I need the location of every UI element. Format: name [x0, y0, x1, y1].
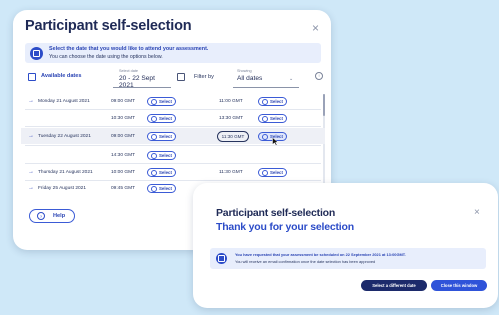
check-circle-icon [151, 115, 157, 122]
select-button[interactable]: Select [258, 168, 287, 177]
expand-arrow-icon[interactable]: → [28, 98, 34, 104]
confirmation-dialog: Participant self-selection Thank you for… [193, 183, 498, 308]
calendar-info-icon [30, 47, 43, 60]
help-label: Help [53, 213, 66, 219]
available-dates-label: Available dates [41, 73, 82, 79]
time-slot: 14:30 GMT [111, 153, 135, 158]
close-window-button[interactable]: Close this window [431, 280, 487, 291]
time-slot: 10:00 GMT [111, 170, 135, 175]
row-divider [25, 109, 321, 110]
time-slot: 13:30 GMT [219, 116, 243, 121]
showing-label: Showing [237, 69, 252, 73]
select-button[interactable]: Select [147, 184, 176, 193]
row-date: Tuesday 22 August 2021 [38, 134, 91, 139]
time-slot: 09:00 GMT [111, 99, 135, 104]
showing-select[interactable]: Showing All dates ⌄ [233, 68, 299, 88]
confirmation-note: You will receive an email confirmation o… [235, 259, 376, 264]
row-date: Friday 25 August 2021 [38, 186, 87, 191]
select-button[interactable]: Select [147, 97, 176, 106]
help-icon: ? [37, 212, 45, 220]
notice-text: You can choose the date using the option… [49, 54, 163, 60]
check-circle-icon [151, 169, 157, 176]
row-date: Monday 21 August 2021 [38, 99, 90, 104]
select-button[interactable]: Select [258, 97, 287, 106]
expand-arrow-icon[interactable]: → [28, 185, 34, 191]
notice-heading: Select the date that you would like to a… [49, 46, 209, 52]
time-slot: 11:00 GMT [219, 99, 243, 104]
showing-value: All dates [237, 75, 263, 82]
check-circle-icon [262, 133, 268, 140]
time-slot: 11:30 GMT [219, 170, 243, 175]
select-button[interactable]: Select [147, 132, 176, 141]
info-icon[interactable]: ! [315, 72, 323, 80]
date-range-field[interactable]: Select date 20 - 22 Sept 2021 [113, 68, 171, 89]
check-circle-icon [151, 185, 157, 192]
scrollbar-track[interactable] [323, 94, 325, 194]
check-circle-icon [262, 115, 268, 122]
dialog-title: Participant self-selection [25, 18, 192, 34]
date-field-value: 20 - 22 Sept 2021 [119, 75, 155, 89]
time-slot: 10:30 GMT [111, 116, 135, 121]
notice-banner: Select the date that you would like to a… [25, 43, 321, 63]
close-icon[interactable]: × [474, 207, 480, 218]
expand-arrow-icon[interactable]: → [28, 133, 34, 139]
confirmation-banner: You have requested that your assessment … [210, 248, 486, 269]
filter-by-label: Filter by [194, 74, 214, 80]
select-button[interactable]: Select [147, 151, 176, 160]
row-date: Thursday 21 August 2021 [38, 170, 93, 175]
check-circle-icon [262, 169, 268, 176]
filter-toolbar: Available dates Select date 20 - 22 Sept… [25, 66, 325, 89]
scrollbar-thumb[interactable] [323, 94, 325, 116]
selected-time-slot[interactable]: 11:30 GMT [217, 131, 249, 142]
chevron-down-icon: ⌄ [289, 76, 294, 82]
select-button[interactable]: Select [147, 168, 176, 177]
close-icon[interactable]: × [312, 21, 319, 35]
row-divider [25, 126, 321, 127]
calendar-info-icon [216, 253, 227, 264]
time-slot: 09:00 GMT [111, 134, 135, 139]
row-divider [25, 180, 321, 181]
check-circle-icon [151, 98, 157, 105]
time-slot: 09:45 GMT [111, 186, 135, 191]
help-button[interactable]: ? Help [29, 209, 75, 223]
select-different-date-button[interactable]: Select a different date [361, 280, 427, 291]
row-divider [25, 163, 321, 164]
row-divider [25, 145, 321, 146]
check-circle-icon [262, 98, 268, 105]
confirmation-title: Participant self-selection [216, 207, 336, 219]
calendar-icon [28, 73, 36, 81]
expand-arrow-icon[interactable]: → [28, 169, 34, 175]
select-button[interactable]: Select [258, 114, 287, 123]
calendar-picker-icon[interactable] [177, 73, 185, 81]
confirmation-message: You have requested that your assessment … [235, 252, 406, 257]
date-field-label: Select date [119, 69, 138, 73]
confirmation-subtitle: Thank you for your selection [216, 221, 354, 233]
check-circle-icon [151, 152, 157, 159]
select-button[interactable]: Select [147, 114, 176, 123]
check-circle-icon [151, 133, 157, 140]
